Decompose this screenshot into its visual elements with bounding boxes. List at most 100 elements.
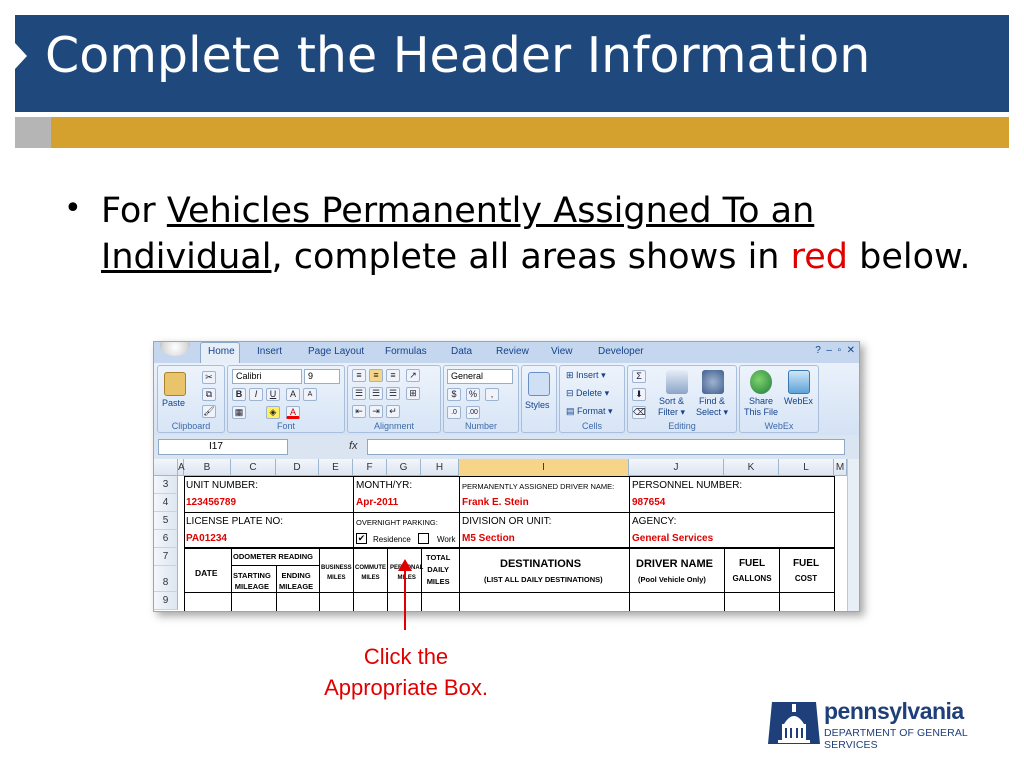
tab-insert[interactable]: Insert [257,346,282,357]
tab-formulas[interactable]: Formulas [385,346,427,357]
tab-view[interactable]: View [551,346,573,357]
col-header-m[interactable]: M [834,459,847,476]
sort-filter-button[interactable]: Sort & Filter ▾ [658,396,685,418]
office-button-icon[interactable] [160,342,190,356]
paste-icon[interactable] [164,372,186,396]
col-header-j[interactable]: J [629,459,724,476]
underline-icon[interactable]: U [266,388,280,401]
font-size-select[interactable]: 9 [304,369,340,384]
webex-button[interactable]: WebEx [784,396,813,406]
row-header-3[interactable]: 3 [154,476,178,494]
share-line1: Share [748,396,774,406]
insert-button[interactable]: ⊞ Insert ▾ [566,370,606,381]
col-header-f[interactable]: F [353,459,387,476]
select-all-corner[interactable] [154,459,178,476]
personnel-value[interactable]: 987654 [632,497,665,508]
vertical-scrollbar[interactable] [847,459,859,611]
align-top-icon[interactable]: ≡ [352,369,366,382]
fx-icon[interactable]: fx [349,440,358,452]
italic-icon[interactable]: I [249,388,263,401]
decrease-decimal-icon[interactable]: .00 [466,406,480,419]
font-color-icon[interactable]: A [286,406,300,419]
wrap-text-icon[interactable]: ↵ [386,405,400,418]
group-font: Calibri 9 B I U A A ▦ ◈ A Font [227,365,345,433]
tab-page-layout[interactable]: Page Layout [308,346,364,357]
share-icon[interactable] [750,370,772,394]
row-header-6[interactable]: 6 [154,530,178,548]
format-painter-icon[interactable]: 🖌 [202,405,216,418]
agency-value[interactable]: General Services [632,533,713,544]
share-button[interactable]: Share This File [744,396,778,418]
increase-indent-icon[interactable]: ⇥ [369,405,383,418]
row-header-8[interactable]: 8 [154,566,178,592]
row-header-4[interactable]: 4 [154,494,178,512]
group-label-clipboard: Clipboard [171,421,211,431]
find-select-icon[interactable] [702,370,724,394]
grow-font-icon[interactable]: A [286,388,300,401]
plate-label: LICENSE PLATE NO: [186,516,284,527]
align-center-icon[interactable]: ☰ [369,387,383,400]
webex-icon[interactable] [788,370,810,394]
orientation-icon[interactable]: ↗ [406,369,420,382]
col-header-i[interactable]: I [459,459,629,476]
increase-decimal-icon[interactable]: .0 [447,406,461,419]
group-clipboard: Paste ✂ ⧉ 🖌 Clipboard [157,365,225,433]
number-format-select[interactable]: General [447,369,513,384]
comma-icon[interactable]: , [485,388,499,401]
worksheet-grid: A B C D E F G H I J K L M 3 4 5 6 7 8 9 [154,459,859,611]
grid-line [184,512,835,513]
col-header-k[interactable]: K [724,459,779,476]
decrease-indent-icon[interactable]: ⇤ [352,405,366,418]
col-header-g[interactable]: G [387,459,421,476]
shrink-font-icon[interactable]: A [303,388,317,401]
find-select-button[interactable]: Find & Select ▾ [696,396,728,418]
align-right-icon[interactable]: ☰ [386,387,400,400]
font-name-select[interactable]: Calibri [232,369,302,384]
styles-button[interactable]: Styles [525,400,550,410]
merge-center-icon[interactable]: ⊞ [406,387,420,400]
tab-data[interactable]: Data [451,346,472,357]
tab-review[interactable]: Review [496,346,529,357]
col-header-h[interactable]: H [421,459,459,476]
align-left-icon[interactable]: ☰ [352,387,366,400]
cut-icon[interactable]: ✂ [202,371,216,384]
plate-value[interactable]: PA01234 [186,533,227,544]
col-header-b[interactable]: B [184,459,231,476]
sort-filter-line2: Filter [658,407,678,417]
format-button[interactable]: ▤ Format ▾ [566,406,613,417]
clear-icon[interactable]: ⌫ [632,406,646,419]
formula-input[interactable] [367,439,845,455]
row-header-7[interactable]: 7 [154,548,178,566]
col-header-d[interactable]: D [276,459,319,476]
unit-number-value[interactable]: 123456789 [186,497,236,508]
styles-icon[interactable] [528,372,550,396]
sort-filter-icon[interactable] [666,370,688,394]
name-box[interactable]: I17 [158,439,288,455]
fill-color-icon[interactable]: ◈ [266,406,280,419]
tab-home[interactable]: Home [208,346,235,357]
window-controls[interactable]: ? – ▫ ✕ [815,345,855,356]
borders-icon[interactable]: ▦ [232,406,246,419]
bold-icon[interactable]: B [232,388,246,401]
align-middle-icon[interactable]: ≡ [369,369,383,382]
paste-button[interactable]: Paste [162,398,185,408]
driver-value[interactable]: Frank E. Stein [462,497,529,508]
percent-icon[interactable]: % [466,388,480,401]
division-value[interactable]: M5 Section [462,533,515,544]
row-header-5[interactable]: 5 [154,512,178,530]
parking-label: OVERNIGHT PARKING: [356,518,438,527]
col-header-c[interactable]: C [231,459,276,476]
delete-button[interactable]: ⊟ Delete ▾ [566,388,609,399]
month-yr-value[interactable]: Apr-2011 [356,497,398,508]
col-header-e[interactable]: E [319,459,353,476]
work-checkbox[interactable] [418,533,429,544]
row-header-9[interactable]: 9 [154,592,178,610]
col-header-l[interactable]: L [779,459,834,476]
autosum-icon[interactable]: Σ [632,370,646,383]
tab-developer[interactable]: Developer [598,346,644,357]
currency-icon[interactable]: $ [447,388,461,401]
fill-icon[interactable]: ⬇ [632,388,646,401]
align-bottom-icon[interactable]: ≡ [386,369,400,382]
residence-checkbox[interactable]: ✔ [356,533,367,544]
copy-icon[interactable]: ⧉ [202,388,216,401]
